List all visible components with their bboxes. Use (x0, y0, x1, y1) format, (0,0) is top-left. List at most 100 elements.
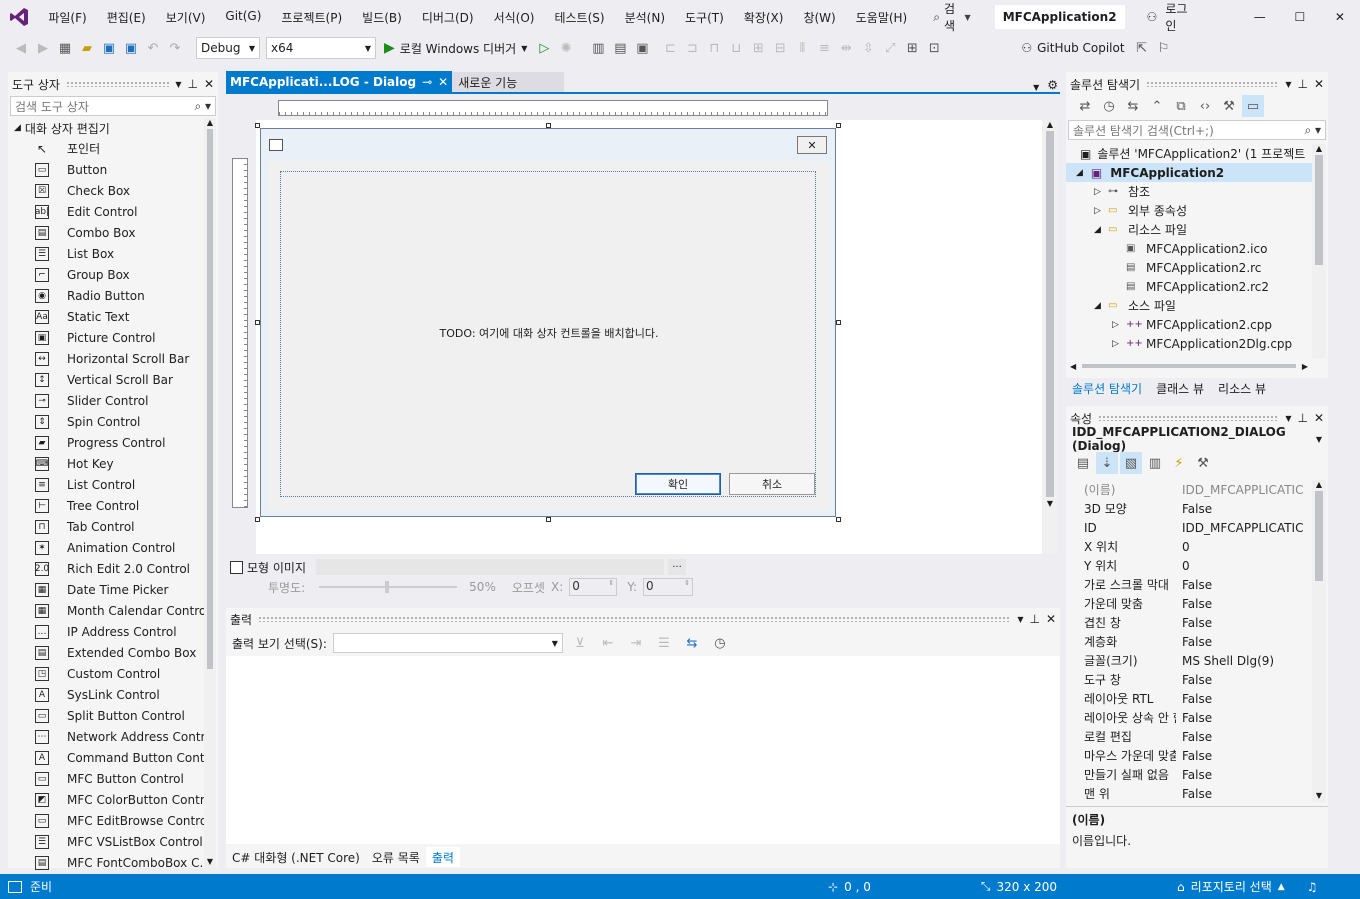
toolbox-item[interactable]: ▭ MFC Button Control (8, 768, 218, 789)
toolbox-item[interactable]: ◩ MFC ColorButton Control (8, 789, 218, 810)
panel-menu-icon[interactable]: ▼ (1285, 80, 1291, 89)
sync-icon[interactable]: ⇆ (1122, 95, 1144, 117)
code-icon[interactable]: ‹› (1194, 95, 1216, 117)
expand-arrow-icon[interactable]: ▷ (1112, 320, 1126, 330)
same-size-icon[interactable]: ⤢ (879, 37, 901, 59)
pin-icon[interactable]: ⊥ (187, 77, 197, 91)
output-text-area[interactable] (226, 656, 1060, 844)
close-icon[interactable]: ✕ (204, 77, 214, 91)
toolbox-item[interactable]: ✶ Animation Control (8, 537, 218, 558)
menu-item-13[interactable]: 도움말(H) (846, 9, 918, 26)
browse-button[interactable]: ... (668, 559, 687, 575)
menu-item-6[interactable]: 디버그(D) (412, 9, 484, 26)
toolbox-scrollbar[interactable]: ▲ ▼ (204, 118, 216, 868)
property-value[interactable]: IDD_MFCAPPLICATIC (1176, 483, 1310, 497)
menu-item-9[interactable]: 분석(N) (615, 9, 675, 26)
property-value[interactable]: False (1176, 502, 1310, 516)
pin-icon[interactable]: ⊥ (1029, 612, 1039, 626)
toggle-guides-icon[interactable]: ⊡ (923, 37, 945, 59)
menu-item-3[interactable]: Git(G) (215, 9, 271, 26)
word-wrap-icon[interactable]: ⇆ (681, 632, 703, 654)
same-width-icon[interactable]: ⇹ (835, 37, 857, 59)
align-bottom-icon[interactable]: ⊔ (725, 37, 747, 59)
close-tab-icon[interactable]: ✕ (438, 75, 448, 89)
toolbox-item[interactable]: ≡ List Control (8, 474, 218, 495)
toolbox-item[interactable]: ▦ Month Calendar Control (8, 600, 218, 621)
repository-button[interactable]: ⌂ 리포지토리 선택 ▲ (1177, 878, 1285, 895)
categorized-icon[interactable]: ▤ (1072, 452, 1094, 474)
messages-icon[interactable]: ⚡ (1168, 452, 1190, 474)
switch-views-icon[interactable]: ⇄ (1074, 95, 1096, 117)
menu-item-7[interactable]: 서식(O) (484, 9, 545, 26)
properties-object-select[interactable]: IDD_MFCAPPLICATION2_DIALOG (Dialog) ▼ (1066, 425, 1328, 453)
property-value[interactable]: False (1176, 578, 1310, 592)
dialog-window[interactable]: ✕ TODO: 여기에 대화 상자 컨트롤을 배치합니다. 확인 취소 (260, 128, 836, 517)
solution-tree-node[interactable]: ▣ MFCApplication2.ico (1066, 239, 1312, 258)
solution-tab-1[interactable]: 클래스 뷰 (1156, 380, 1204, 397)
property-row[interactable]: 글꼴(크기) MS Shell Dlg(9) (1066, 651, 1310, 670)
expand-arrow-icon[interactable]: ▷ (1112, 339, 1126, 349)
toolbox-item[interactable]: Aa Static Text (8, 306, 218, 327)
property-row[interactable]: 마우스 가운데 맞춤 False (1066, 746, 1310, 765)
toolbox-item[interactable]: ◳ Custom Control (8, 663, 218, 684)
output-tab-1[interactable]: 오류 목록 (366, 847, 426, 867)
property-value[interactable]: False (1176, 730, 1310, 744)
solution-tree-node[interactable]: ▷ ++ MFCApplication2Dlg.cpp (1066, 334, 1312, 353)
property-row[interactable]: Y 위치 0 (1066, 556, 1310, 575)
offset-y-spinner[interactable]: 0 ⇕ (643, 578, 694, 596)
property-row[interactable]: X 위치 0 (1066, 537, 1310, 556)
toolbox-item[interactable]: ☰ List Box (8, 243, 218, 264)
property-value[interactable]: 0 (1176, 540, 1310, 554)
property-row[interactable]: 도구 창 False (1066, 670, 1310, 689)
solution-tree-node[interactable]: ◢ ▭ 소스 파일 (1066, 296, 1312, 315)
toolbox-item[interactable]: ⊢ Tree Control (8, 495, 218, 516)
wrench-icon[interactable]: ⚒ (1218, 95, 1240, 117)
horizontal-ruler[interactable] (278, 100, 828, 116)
property-row[interactable]: 레이아웃 상속 안 함 False (1066, 708, 1310, 727)
same-height-icon[interactable]: ⇳ (857, 37, 879, 59)
toolbox-item[interactable]: ⋯ Network Address Control (8, 726, 218, 747)
control-events-icon[interactable]: ▥ (1144, 452, 1166, 474)
menu-item-0[interactable]: 파일(F) (38, 9, 96, 26)
property-value[interactable]: MS Shell Dlg(9) (1176, 654, 1310, 668)
property-value[interactable]: False (1176, 616, 1310, 630)
property-value[interactable]: False (1176, 787, 1310, 801)
dialog-client-area[interactable]: TODO: 여기에 대화 상자 컨트롤을 배치합니다. 확인 취소 (267, 161, 831, 511)
new-project-icon[interactable]: ▦ (54, 37, 76, 59)
toolbox-item[interactable]: ↔ Horizontal Scroll Bar (8, 348, 218, 369)
platform-select[interactable]: x64 ▼ (266, 37, 376, 59)
close-window-button[interactable]: ✕ (1320, 10, 1360, 24)
solution-tree-node[interactable]: ▷ ▭ 외부 종속성 (1066, 201, 1312, 220)
solution-tab-2[interactable]: 리소스 뷰 (1218, 380, 1266, 397)
toolbox-item[interactable]: ab| Edit Control (8, 201, 218, 222)
properties-icon[interactable]: ▧ (1120, 452, 1142, 474)
toolbox-item[interactable]: ☰ MFC VSListBox Control (8, 831, 218, 852)
property-row[interactable]: 겹친 창 False (1066, 613, 1310, 632)
toolbox-item[interactable]: … IP Address Control (8, 621, 218, 642)
toolbox-item[interactable]: ▰ Progress Control (8, 432, 218, 453)
project-node[interactable]: ◢ ▣ MFCApplication2 (1066, 163, 1312, 182)
login-button[interactable]: ⚇ 로그인 (1147, 0, 1192, 34)
property-row[interactable]: 레이아웃 RTL False (1066, 689, 1310, 708)
menu-item-10[interactable]: 도구(T) (675, 9, 734, 26)
preview-icon[interactable]: ▭ (1242, 95, 1264, 117)
menu-item-8[interactable]: 테스트(S) (544, 9, 614, 26)
solution-hscroll[interactable]: ◀ ▶ (1066, 360, 1312, 372)
toolbox-search-input[interactable]: 검색 도구 상자 ⌕ ▾ (10, 96, 216, 116)
forward-icon[interactable]: ▶ (32, 37, 54, 59)
tab-dialog[interactable]: MFCApplicati...LOG - Dialog ⊸ ✕ (226, 71, 453, 92)
property-row[interactable]: 가로 스크롤 막대 False (1066, 575, 1310, 594)
solution-scrollbar[interactable]: ▲ (1312, 144, 1326, 358)
copy-icon[interactable]: ⧉ (1170, 95, 1192, 117)
toolbox-item[interactable]: ▤ Combo Box (8, 222, 218, 243)
property-row[interactable]: 가운데 맞춤 False (1066, 594, 1310, 613)
expand-arrow-icon[interactable]: ▷ (1094, 206, 1108, 216)
toggle-grid-icon[interactable]: ⊞ (901, 37, 923, 59)
toolbox-item[interactable]: ⇕ Spin Control (8, 411, 218, 432)
solution-folder-icon[interactable]: ▥ (587, 37, 609, 59)
toolbox-item[interactable]: 2.0 Rich Edit 2.0 Control (8, 558, 218, 579)
save-all-icon[interactable]: ▣ (120, 37, 142, 59)
share-icon[interactable]: ⇱ (1131, 37, 1153, 59)
mock-image-checkbox[interactable] (230, 560, 243, 574)
pin-icon[interactable]: ⊥ (1297, 77, 1307, 91)
